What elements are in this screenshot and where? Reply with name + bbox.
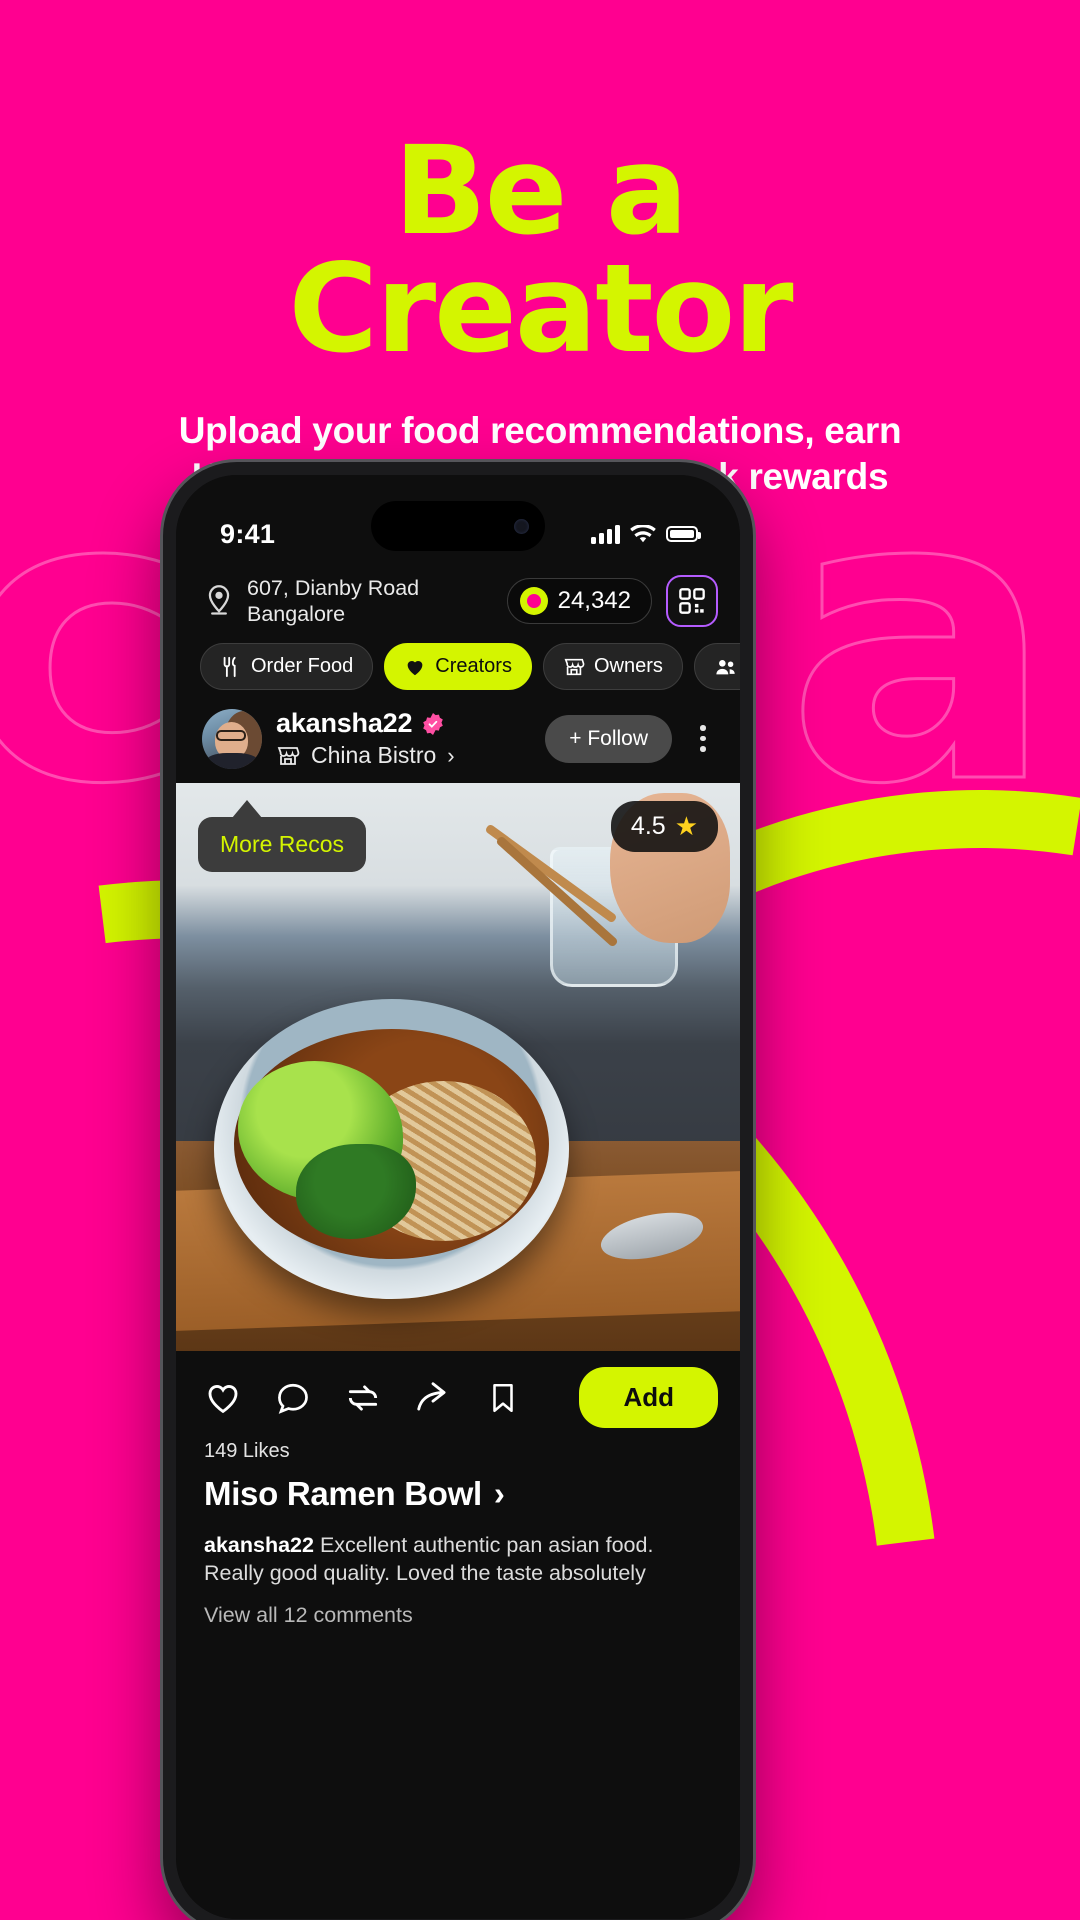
chip-friends[interactable]: Friends bbox=[693, 643, 740, 690]
chip-label: Order Food bbox=[251, 655, 354, 677]
dish-title: Miso Ramen Bowl bbox=[204, 1475, 482, 1512]
repost-icon[interactable] bbox=[342, 1377, 384, 1419]
cellular-bars-icon bbox=[591, 524, 620, 544]
chip-label: Owners bbox=[593, 655, 663, 677]
more-recos-tooltip[interactable]: More Recos bbox=[198, 800, 366, 872]
avatar[interactable] bbox=[202, 708, 262, 769]
chip-order-food[interactable]: Order Food bbox=[200, 643, 374, 690]
rating-value: 4.5 bbox=[630, 812, 666, 840]
restaurant-name: China Bistro bbox=[311, 742, 437, 768]
location-bar: 607, Dianby Road Bangalore 24,342 bbox=[176, 567, 740, 627]
dynamic-island bbox=[371, 501, 545, 551]
bookmark-icon[interactable] bbox=[482, 1377, 524, 1419]
store-icon bbox=[564, 658, 585, 675]
qr-scan-button[interactable] bbox=[666, 575, 718, 627]
add-button[interactable]: Add bbox=[579, 1367, 718, 1428]
heart-icon bbox=[407, 660, 423, 675]
caption-author: akansha22 bbox=[204, 1533, 314, 1557]
coin-amount: 24,342 bbox=[557, 587, 631, 614]
dish-title-row[interactable]: Miso Ramen Bowl › bbox=[176, 1463, 740, 1513]
like-heart-icon[interactable] bbox=[202, 1377, 244, 1419]
header-actions: 24,342 bbox=[506, 575, 718, 627]
post-author-info: akansha22 China Bistro › bbox=[276, 708, 531, 769]
front-camera-icon bbox=[514, 518, 529, 534]
share-icon[interactable] bbox=[412, 1377, 454, 1419]
address-line-2: Bangalore bbox=[247, 602, 346, 626]
likes-count: 149 Likes bbox=[204, 1440, 290, 1462]
hogr-coin-icon bbox=[519, 587, 548, 615]
chip-creators[interactable]: Creators bbox=[384, 643, 532, 690]
filter-chips: Order Food Creators Owners bbox=[176, 627, 740, 690]
people-icon bbox=[716, 659, 735, 674]
kebab-menu-icon[interactable] bbox=[686, 725, 720, 752]
star-icon: ★ bbox=[674, 811, 698, 841]
follow-button[interactable]: + Follow bbox=[545, 714, 672, 763]
post-actions: Add bbox=[176, 1351, 740, 1428]
location-selector[interactable]: 607, Dianby Road Bangalore bbox=[204, 575, 419, 627]
hogr-coins-badge[interactable]: 24,342 bbox=[506, 578, 652, 624]
status-bar-clock: 9:41 bbox=[220, 518, 276, 549]
username-row[interactable]: akansha22 bbox=[276, 708, 531, 739]
page-title: Be a Creator bbox=[0, 130, 1080, 380]
store-icon bbox=[277, 746, 300, 765]
location-address: 607, Dianby Road Bangalore bbox=[247, 575, 419, 627]
chevron-right-icon: › bbox=[493, 1475, 505, 1512]
view-all-comments-link[interactable]: View all 12 comments bbox=[176, 1587, 740, 1628]
rating-badge: 4.5 ★ bbox=[610, 801, 718, 852]
headline-line-2: Creator bbox=[288, 238, 793, 380]
post-caption: akansha22 Excellent authentic pan asian … bbox=[176, 1513, 740, 1587]
post-username: akansha22 bbox=[276, 708, 413, 738]
phone-screen: 9:41 607, Dianby Road Bangalore 24,342 O… bbox=[176, 475, 740, 1919]
location-pin-icon bbox=[208, 585, 230, 615]
qr-code-icon bbox=[679, 588, 705, 614]
chevron-right-icon: › bbox=[447, 742, 455, 768]
post-header: akansha22 China Bistro › + Follow bbox=[176, 690, 740, 783]
avatar-glasses bbox=[216, 729, 246, 741]
post-media[interactable]: More Recos 4.5 ★ bbox=[176, 783, 740, 1351]
avatar-body bbox=[206, 752, 258, 769]
address-line-1: 607, Dianby Road bbox=[247, 576, 420, 600]
cutlery-icon bbox=[223, 656, 236, 677]
phone-mockup: 9:41 607, Dianby Road Bangalore 24,342 O… bbox=[163, 462, 753, 1920]
hero-section: Be a Creator Upload your food recommenda… bbox=[0, 0, 1080, 500]
status-bar-indicators bbox=[591, 524, 701, 544]
restaurant-row[interactable]: China Bistro › bbox=[276, 742, 531, 769]
subtitle-line-1: Upload your food recommendations, earn bbox=[178, 410, 902, 451]
battery-icon bbox=[666, 526, 701, 542]
chip-owners[interactable]: Owners bbox=[542, 643, 683, 690]
wifi-icon bbox=[630, 524, 656, 542]
verified-badge-icon bbox=[423, 712, 444, 735]
comment-bubble-icon[interactable] bbox=[272, 1377, 314, 1419]
chip-label: Creators bbox=[435, 655, 512, 677]
